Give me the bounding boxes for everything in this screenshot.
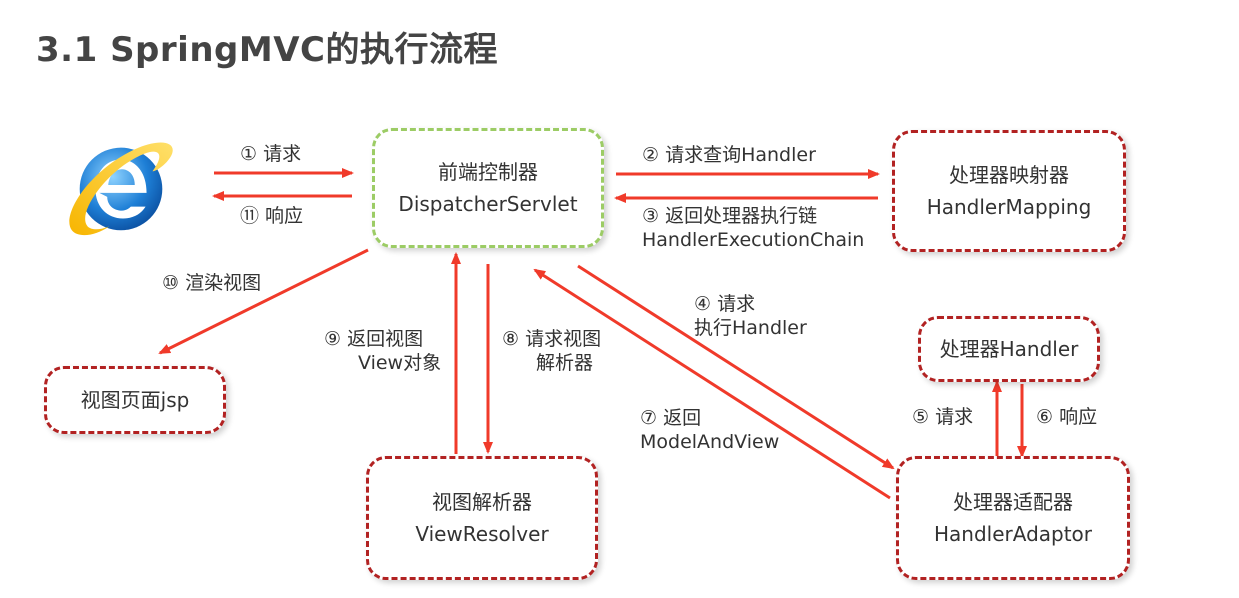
step-9-line2: View对象 (358, 351, 442, 374)
handler-label: 处理器Handler (939, 337, 1079, 361)
step-7-line1: ⑦ 返回 (640, 407, 702, 429)
step-7-label: ⑦ 返回 ModelAndView (640, 407, 779, 455)
handler-adaptor-label: 处理器适配器 (953, 490, 1073, 514)
step-4-line1: ④ 请求 (694, 293, 756, 315)
step-4-line2: 执行Handler (694, 316, 807, 339)
handler-mapping-box: 处理器映射器 HandlerMapping (892, 130, 1126, 252)
step-6-label: ⑥ 响应 (1036, 406, 1098, 428)
handler-adaptor-box: 处理器适配器 HandlerAdaptor (896, 456, 1130, 580)
step-3-label: ③ 返回处理器执行链 HandlerExecutionChain (642, 205, 864, 253)
step-3-line1: ③ 返回处理器执行链 (642, 205, 818, 227)
view-resolver-box: 视图解析器 ViewResolver (366, 456, 598, 580)
step-10-label: ⑩ 渲染视图 (162, 272, 262, 294)
view-page-box: 视图页面jsp (44, 366, 226, 434)
front-controller-class: DispatcherServlet (398, 192, 578, 216)
view-page-label: 视图页面jsp (80, 388, 190, 412)
step-3-line2: HandlerExecutionChain (642, 228, 865, 251)
step-11-label: ⑪ 响应 (240, 205, 304, 227)
step-7-line2: ModelAndView (640, 430, 780, 453)
front-controller-box: 前端控制器 DispatcherServlet (372, 128, 604, 248)
step-8-line2: 解析器 (536, 351, 594, 374)
step-2-label: ② 请求查询Handler (642, 144, 816, 166)
step-1-label: ① 请求 (240, 143, 302, 165)
step-4-label: ④ 请求 执行Handler (694, 293, 807, 341)
step-8-line1: ⑧ 请求视图 (502, 328, 602, 350)
handler-adaptor-class: HandlerAdaptor (933, 522, 1093, 546)
step-5-label: ⑤ 请求 (912, 406, 974, 428)
handler-mapping-label: 处理器映射器 (949, 163, 1069, 187)
handler-mapping-class: HandlerMapping (926, 195, 1092, 219)
step-9-label: ⑨ 返回视图 View对象 (324, 328, 441, 376)
step-8-label: ⑧ 请求视图 解析器 (502, 328, 601, 376)
view-resolver-label: 视图解析器 (432, 490, 532, 514)
handler-box: 处理器Handler (918, 316, 1100, 382)
front-controller-label: 前端控制器 (438, 160, 538, 184)
view-resolver-class: ViewResolver (415, 522, 549, 546)
step-9-line1: ⑨ 返回视图 (324, 328, 424, 350)
